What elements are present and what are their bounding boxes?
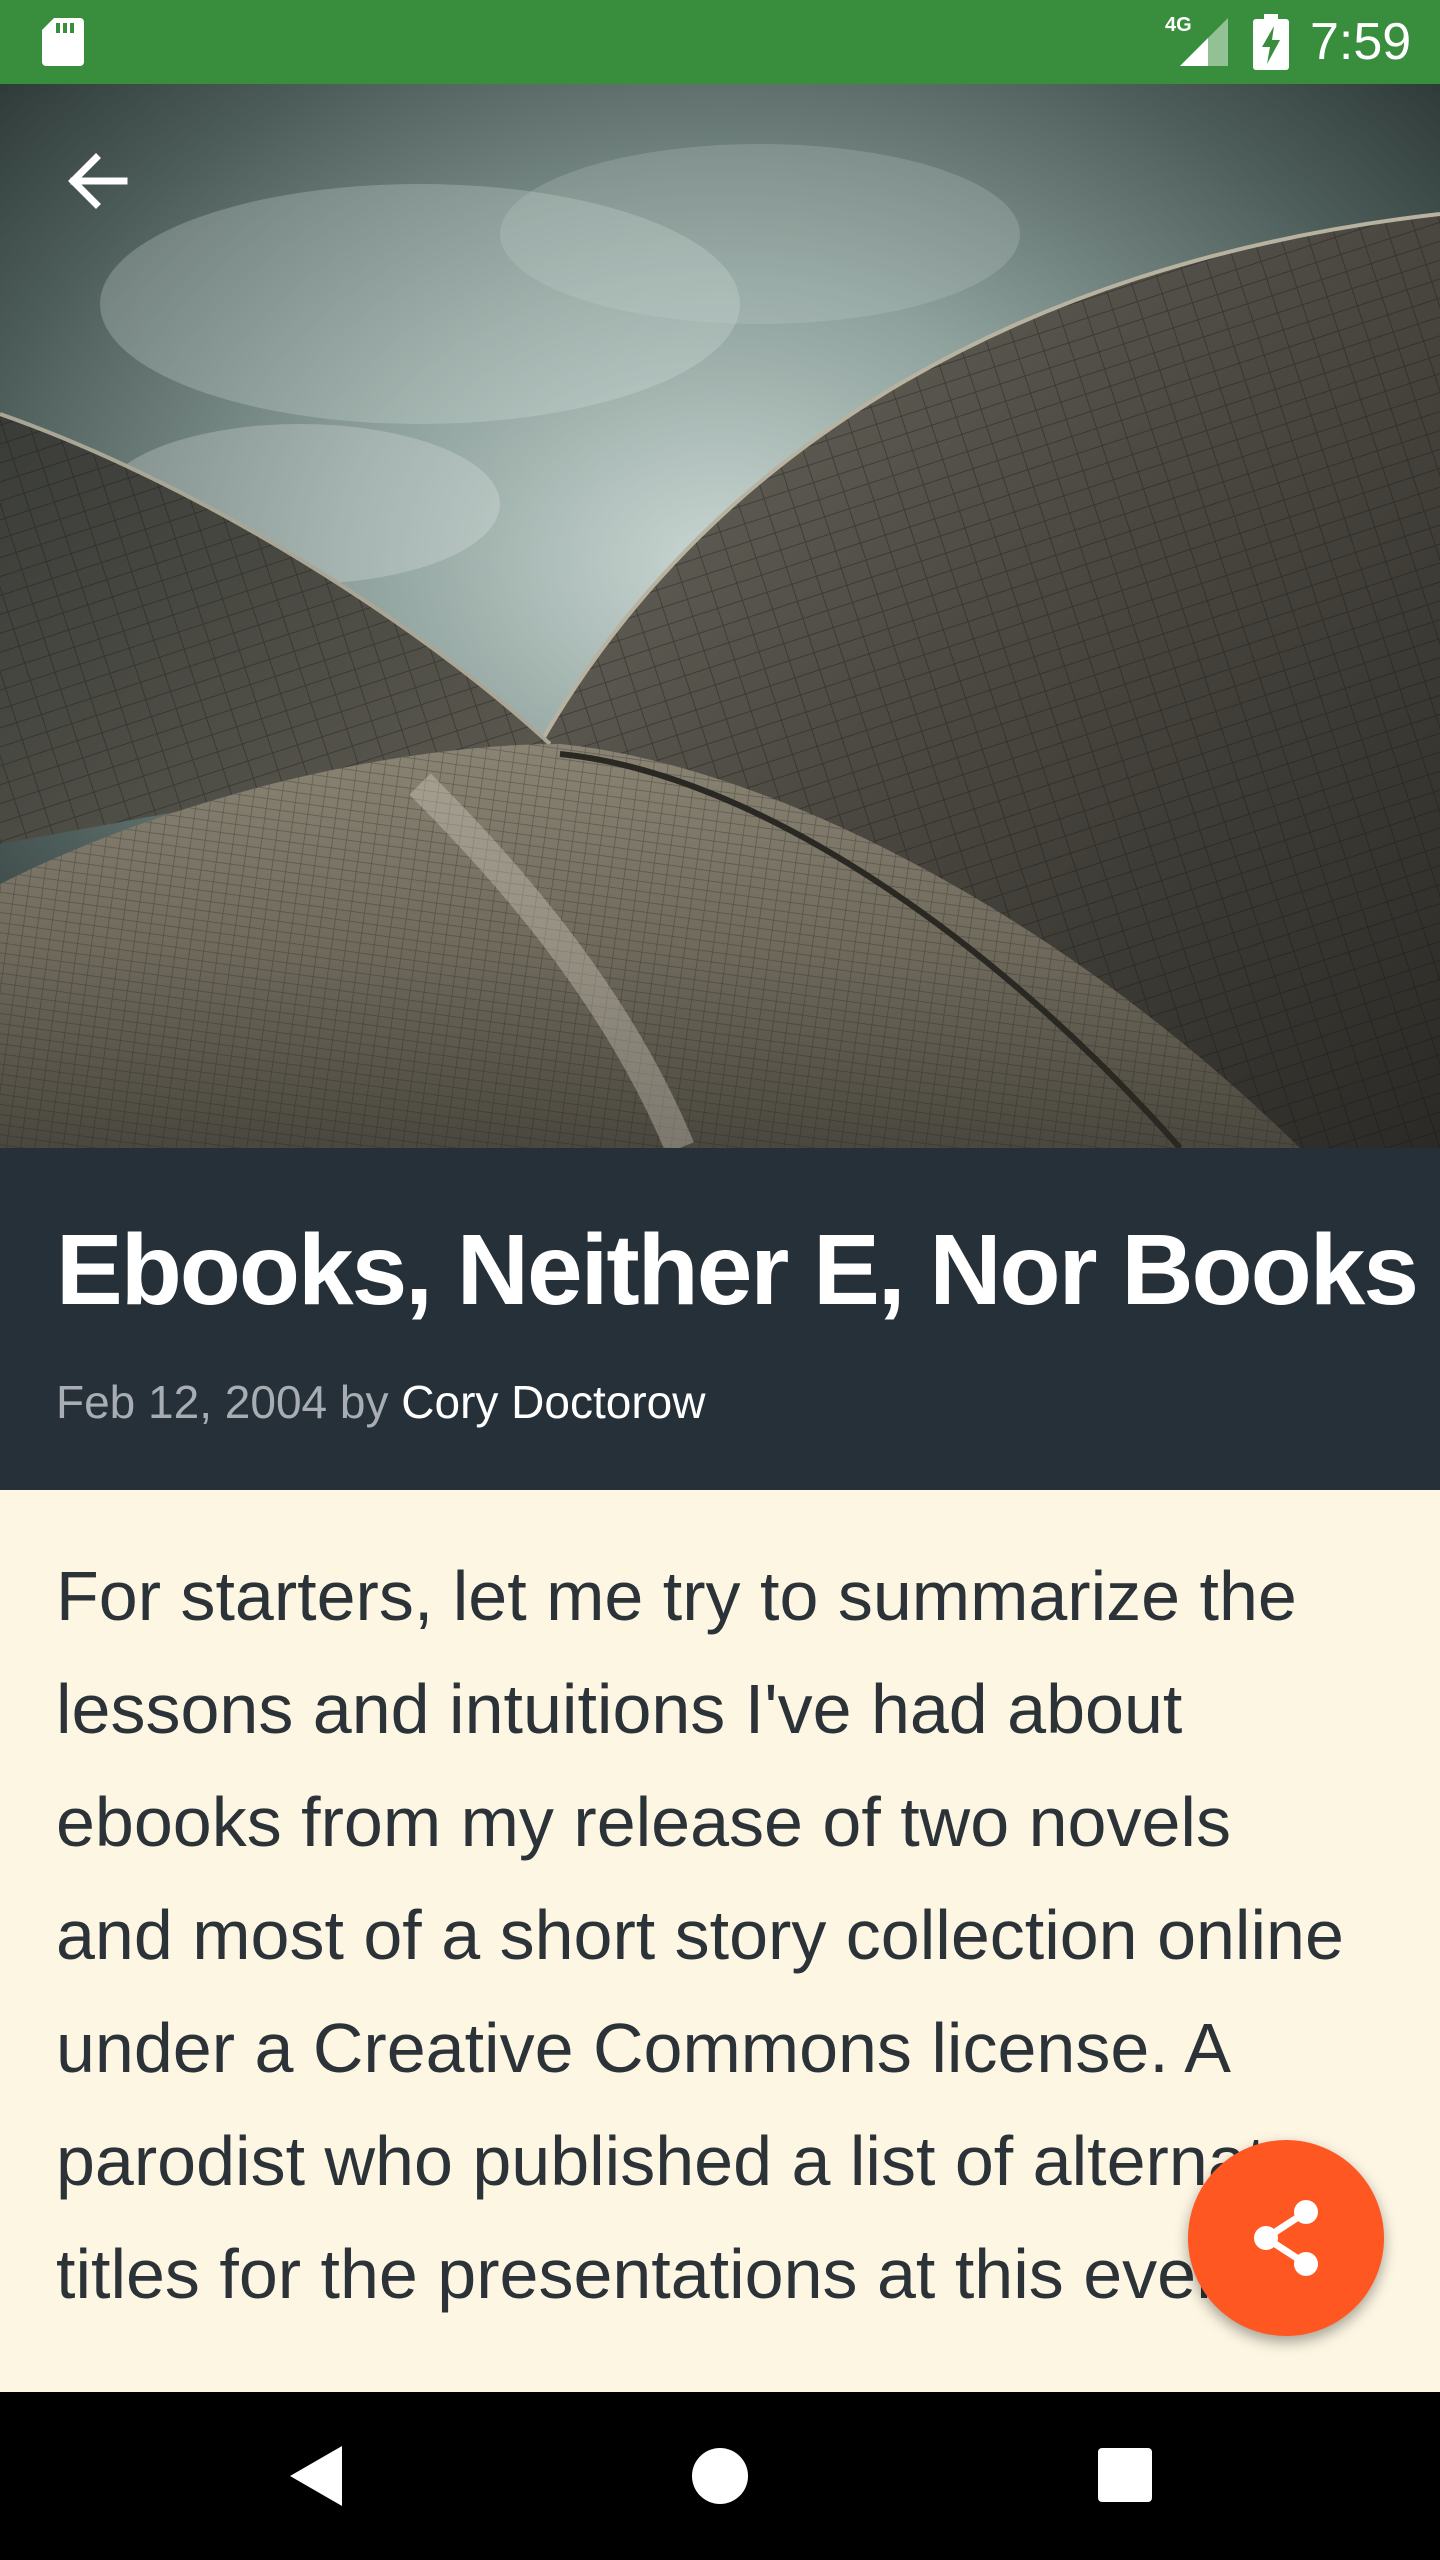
status-time: 7:59 bbox=[1310, 13, 1412, 71]
nav-recents-icon[interactable] bbox=[1098, 2448, 1152, 2502]
hero-image bbox=[0, 84, 1440, 1148]
nav-back-icon[interactable] bbox=[288, 2446, 344, 2506]
title-panel: Ebooks, Neither E, Nor Books Feb 12, 200… bbox=[0, 1148, 1440, 1490]
article-body: For starters, let me try to summarize th… bbox=[56, 1540, 1346, 2331]
battery-charging-icon bbox=[1253, 14, 1289, 70]
byline-by-label: by bbox=[339, 1376, 389, 1428]
arrow-back-icon bbox=[68, 153, 128, 209]
nav-home-icon[interactable] bbox=[692, 2448, 748, 2504]
status-bar: 4G 7:59 bbox=[0, 0, 1440, 84]
article-byline: Feb 12, 2004 by Cory Doctorow bbox=[56, 1374, 705, 1430]
sd-card-icon bbox=[42, 18, 84, 66]
article-author: Cory Doctorow bbox=[401, 1376, 706, 1428]
back-button[interactable] bbox=[52, 136, 142, 226]
share-icon bbox=[1254, 2200, 1318, 2276]
share-button[interactable] bbox=[1188, 2140, 1384, 2336]
article-paragraph: For starters, let me try to summarize th… bbox=[56, 1557, 1344, 2313]
article-title: Ebooks, Neither E, Nor Books bbox=[56, 1214, 1419, 1326]
signal-icon bbox=[1180, 18, 1228, 66]
navigation-bar bbox=[0, 2392, 1440, 2560]
article-date: Feb 12, 2004 bbox=[56, 1376, 328, 1428]
